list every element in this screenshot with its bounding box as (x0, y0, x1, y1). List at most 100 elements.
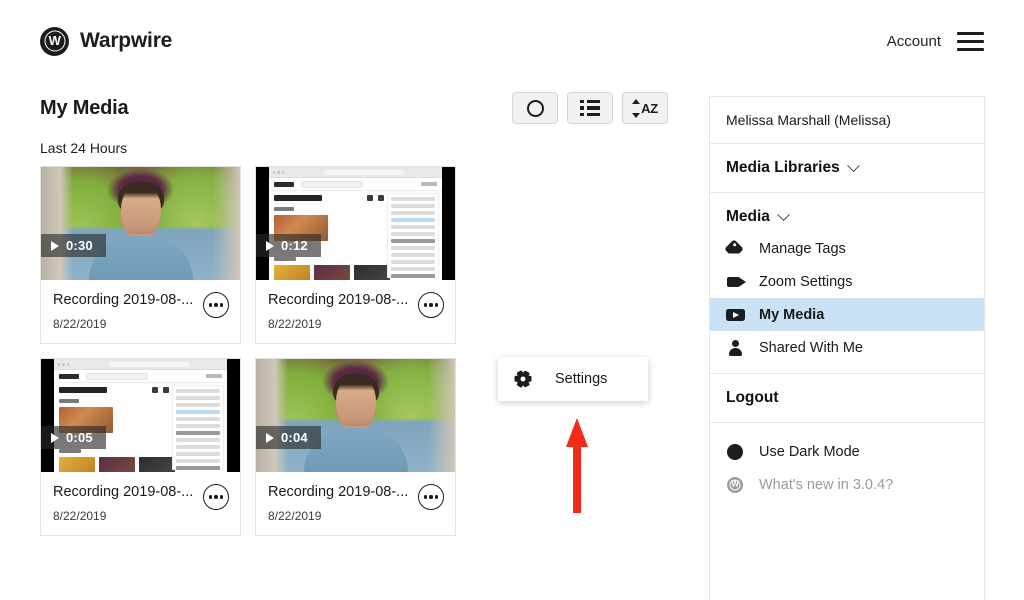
duration-badge: 0:05 (41, 426, 106, 449)
duration-text: 0:12 (281, 238, 308, 253)
media-thumbnail[interactable]: 0:05 (41, 359, 240, 472)
media-card-meta: Recording 2019-08-... 8/22/2019 (256, 280, 455, 343)
logo-letter: W (40, 34, 69, 47)
media-card-meta: Recording 2019-08-... 8/22/2019 (256, 472, 455, 535)
duration-text: 0:04 (281, 430, 308, 445)
sidebar-panel: Melissa Marshall (Melissa) Media Librari… (709, 96, 985, 600)
sort-az-button[interactable]: AZ (622, 92, 668, 124)
media-date: 8/22/2019 (268, 317, 443, 331)
chevron-down-icon (847, 159, 860, 172)
media-options-button[interactable] (418, 292, 444, 318)
sidebar-item-my-media[interactable]: My Media (710, 298, 984, 331)
media-card[interactable]: 0:04 Recording 2019-08-... 8/22/2019 (255, 358, 456, 536)
play-rectangle-icon (726, 305, 746, 325)
media-card[interactable]: 0:12 Recording 2019-08-... 8/22/2019 (255, 166, 456, 344)
sidebar-item-dark-mode[interactable]: Use Dark Mode (726, 435, 968, 468)
sidebar-media-header[interactable]: Media (710, 193, 984, 232)
play-icon (51, 433, 59, 443)
sidebar-item-zoom-settings[interactable]: Zoom Settings (710, 265, 984, 298)
chevron-down-icon (777, 208, 790, 221)
hamburger-icon[interactable] (957, 32, 984, 51)
sidebar-item-label: Shared With Me (759, 340, 863, 356)
duration-text: 0:05 (66, 430, 93, 445)
sidebar-item-shared-with-me[interactable]: Shared With Me (710, 331, 984, 364)
brand-logo[interactable]: W Warpwire (40, 27, 172, 56)
media-card[interactable]: 0:05 Recording 2019-08-... 8/22/2019 (40, 358, 241, 536)
arrow-shaft (573, 444, 581, 513)
annotation-arrow-up-icon (566, 418, 588, 513)
gear-icon (514, 371, 531, 388)
media-options-button[interactable] (203, 484, 229, 510)
view-toolbar: AZ (512, 92, 668, 124)
sidebar-user-name: Melissa Marshall (Melissa) (710, 97, 984, 143)
sidebar-logout-section: Logout (710, 374, 984, 423)
media-date: 8/22/2019 (53, 509, 228, 523)
az-label: AZ (641, 102, 658, 115)
sidebar-footer: Use Dark Mode W What's new in 3.0.4? (710, 423, 984, 517)
duration-badge: 0:30 (41, 234, 106, 257)
video-camera-icon (726, 272, 746, 292)
media-title[interactable]: Recording 2019-08-... (53, 292, 228, 308)
play-icon (266, 241, 274, 251)
hamburger-bar (957, 32, 984, 35)
media-date: 8/22/2019 (268, 509, 443, 523)
warpwire-app: W Warpwire Account My Media (0, 0, 1024, 600)
thumbnail-image (256, 359, 455, 472)
thumbnail-image (41, 359, 240, 472)
sidebar-item-manage-tags[interactable]: Manage Tags (710, 232, 984, 265)
duration-badge: 0:12 (256, 234, 321, 257)
media-thumbnail[interactable]: 0:30 (41, 167, 240, 280)
circle-icon (527, 100, 544, 117)
media-options-button[interactable] (203, 292, 229, 318)
sort-down-arrow (632, 113, 640, 118)
duration-text: 0:30 (66, 238, 93, 253)
thumbnail-view-button[interactable] (512, 92, 558, 124)
thumbnail-image (256, 167, 455, 280)
media-thumbnail[interactable]: 0:04 (256, 359, 455, 472)
whats-new-label: What's new in 3.0.4? (759, 477, 893, 493)
media-title[interactable]: Recording 2019-08-... (53, 484, 228, 500)
warpwire-logo-icon: W (40, 27, 69, 56)
section-label: Last 24 Hours (40, 140, 668, 156)
sidebar-item-whats-new[interactable]: W What's new in 3.0.4? (726, 468, 968, 501)
media-title[interactable]: Recording 2019-08-... (268, 292, 443, 308)
list-view-button[interactable] (567, 92, 613, 124)
play-icon (51, 241, 59, 251)
settings-menu-item[interactable]: Settings (555, 371, 607, 387)
media-card-meta: Recording 2019-08-... 8/22/2019 (41, 280, 240, 343)
tag-icon (726, 239, 746, 259)
thumbnail-image (41, 167, 240, 280)
hamburger-bar (957, 48, 984, 51)
main-content: My Media (0, 82, 708, 600)
brand-name: Warpwire (80, 29, 172, 53)
dark-mode-icon (726, 442, 746, 462)
play-icon (266, 433, 274, 443)
sidebar-logout-button[interactable]: Logout (710, 374, 984, 422)
sort-up-arrow (632, 99, 640, 104)
settings-popup-menu[interactable]: Settings (498, 357, 648, 401)
sidebar-media-section: Media Manage Tags Zoom Settings My Media… (710, 193, 984, 374)
arrow-head (566, 418, 588, 447)
page-title: My Media (40, 97, 128, 120)
sidebar-media-label: Media (726, 208, 770, 226)
account-link[interactable]: Account (887, 33, 941, 50)
dark-mode-label: Use Dark Mode (759, 444, 860, 460)
list-icon (580, 100, 600, 117)
warpwire-small-logo-icon: W (726, 475, 746, 495)
sidebar-item-label: Zoom Settings (759, 274, 853, 290)
sidebar-media-libraries-section: Media Libraries (710, 144, 984, 193)
media-card-meta: Recording 2019-08-... 8/22/2019 (41, 472, 240, 535)
sidebar-user-section: Melissa Marshall (Melissa) (710, 97, 984, 144)
media-thumbnail[interactable]: 0:12 (256, 167, 455, 280)
media-options-button[interactable] (418, 484, 444, 510)
duration-badge: 0:04 (256, 426, 321, 449)
sidebar-media-libraries-header[interactable]: Media Libraries (710, 144, 984, 192)
media-title[interactable]: Recording 2019-08-... (268, 484, 443, 500)
person-icon (726, 338, 746, 358)
media-card[interactable]: 0:30 Recording 2019-08-... 8/22/2019 (40, 166, 241, 344)
hamburger-bar (957, 40, 984, 43)
az-sort-icon: AZ (632, 99, 658, 118)
top-bar: W Warpwire Account (0, 0, 1024, 82)
account-area: Account (887, 32, 984, 51)
sidebar-media-libraries-label: Media Libraries (726, 159, 840, 177)
